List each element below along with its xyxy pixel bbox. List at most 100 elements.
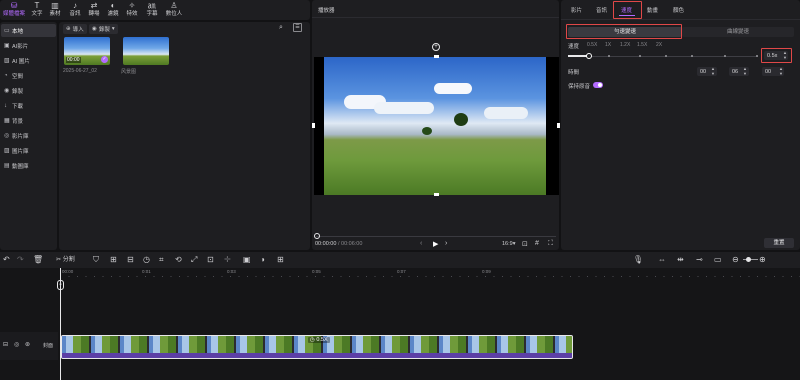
- nav-item-ai-video[interactable]: ▣ AI影片: [1, 39, 56, 52]
- search-icon[interactable]: ⌕: [279, 24, 283, 32]
- previous-frame-icon[interactable]: ‹: [420, 240, 422, 247]
- preview-icon[interactable]: ▭: [714, 255, 722, 265]
- redo-icon[interactable]: ↷: [17, 255, 24, 265]
- fit-icon[interactable]: ⊡: [207, 255, 214, 265]
- clip-duration: 00:00: [66, 57, 81, 63]
- nav-item-space[interactable]: ◔ 空間: [1, 69, 56, 82]
- cloud: [434, 83, 472, 94]
- ruler-tick-label: 0:09: [482, 269, 491, 274]
- timeline-ruler[interactable]: 00:00 0:01 0:03 0:05 0:07 0:09: [60, 268, 800, 278]
- import-button[interactable]: ⊕ 導入: [63, 24, 87, 34]
- nav-item-ai-image[interactable]: ▧ AI 圖片: [1, 54, 56, 67]
- mirror-icon[interactable]: ⊟: [127, 255, 134, 265]
- clip-bottom-bar: [62, 353, 572, 358]
- subtitle-icon[interactable]: ⊞: [277, 255, 284, 265]
- tab-video[interactable]: 影片: [571, 6, 582, 14]
- record-dropdown[interactable]: ◉ 錄製 ▾: [89, 24, 118, 34]
- resize-handle[interactable]: [434, 55, 439, 58]
- toolbar-captions[interactable]: ㏂ 字幕: [141, 1, 163, 19]
- media-clip-thumbnail[interactable]: 00:00 ✓: [64, 37, 110, 65]
- nav-item-record[interactable]: ◉ 錄製: [1, 84, 56, 97]
- undo-icon[interactable]: ↶: [3, 255, 10, 265]
- next-frame-icon[interactable]: ›: [445, 240, 447, 247]
- list-view-icon[interactable]: ☰: [293, 23, 302, 32]
- target-icon[interactable]: ✛: [224, 255, 231, 265]
- space-icon: ◔: [4, 72, 8, 79]
- toolbar-assets[interactable]: ▥ 素材: [44, 1, 66, 19]
- aspect-ratio-select[interactable]: 16:9▾: [502, 241, 515, 247]
- record-icon: ◉: [4, 88, 10, 94]
- split-button[interactable]: ✂ 分割: [56, 255, 75, 265]
- nav-item-gif-library[interactable]: ▤ 動圖庫: [1, 159, 56, 172]
- resize-handle[interactable]: [557, 123, 560, 128]
- image-icon[interactable]: ▣: [243, 255, 251, 265]
- nav-item-local[interactable]: ▭ 本地: [1, 24, 56, 37]
- rotate-handle-icon[interactable]: +: [432, 43, 440, 51]
- fullscreen-icon[interactable]: ⛶: [548, 240, 553, 248]
- toolbar-avatar-label: 數位人: [165, 11, 183, 17]
- seconds-value: 00: [765, 68, 772, 75]
- microphone-icon[interactable]: 🎙: [633, 255, 643, 265]
- ai-video-icon: ▣: [4, 43, 10, 49]
- resize-handle[interactable]: [434, 193, 439, 196]
- mute-icon[interactable]: ⊛: [25, 341, 30, 348]
- playback-progress-track[interactable]: [316, 236, 556, 237]
- toolbar-media[interactable]: ⛁ 媒體檔案: [1, 1, 27, 19]
- video-canvas[interactable]: [312, 55, 560, 196]
- link-icon[interactable]: ⇔: [658, 255, 666, 265]
- delete-icon[interactable]: 🗑: [33, 255, 43, 265]
- divider: [312, 17, 559, 18]
- keep-pitch-toggle[interactable]: [593, 82, 603, 88]
- cover-label[interactable]: 封面: [43, 342, 53, 349]
- nav-item-video-library[interactable]: ◎ 影片庫: [1, 129, 56, 142]
- slider-dot: [756, 55, 758, 57]
- plus-icon: ⊕: [66, 26, 71, 32]
- captions-icon: ㏂: [148, 1, 156, 10]
- lock-icon[interactable]: ⊟: [3, 341, 8, 348]
- playhead-handle[interactable]: [314, 233, 320, 239]
- ruler-ticks: [60, 276, 800, 277]
- video-clip[interactable]: ◷ 0.5X: [61, 335, 573, 359]
- freeze-icon[interactable]: ⊞: [110, 255, 117, 265]
- nav-item-download[interactable]: ↓ 下載: [1, 99, 56, 112]
- avatar-icon: ♙: [170, 1, 178, 10]
- reset-button[interactable]: 重置: [764, 238, 794, 248]
- snap-icon[interactable]: ⇹: [677, 255, 684, 265]
- toolbar-avatar[interactable]: ♙ 數位人: [163, 1, 185, 19]
- nav-item-background[interactable]: ▦ 背景: [1, 114, 56, 127]
- tab-animation[interactable]: 動畫: [647, 6, 658, 14]
- tab-color[interactable]: 顏色: [673, 6, 684, 14]
- divider: [561, 19, 800, 20]
- reverse-icon[interactable]: ⟲: [175, 255, 182, 265]
- speed-slider-track[interactable]: [568, 56, 758, 57]
- stepper-icon[interactable]: ▲ ▼: [743, 66, 747, 76]
- zoom-slider-thumb[interactable]: [746, 257, 751, 262]
- zoom-out-icon[interactable]: ⊖: [732, 255, 739, 265]
- media-image-thumbnail[interactable]: [123, 37, 169, 65]
- marker-icon[interactable]: ⛉: [93, 255, 99, 265]
- minutes-value: 06: [732, 68, 739, 75]
- eye-icon[interactable]: ◎: [14, 341, 19, 348]
- chain-icon[interactable]: ⊸: [696, 255, 703, 265]
- player-panel: 播放器 + 00:00:00 / 00:06:00 ‹ ▶ › 16:9▾ ⊡ …: [312, 0, 560, 250]
- zoom-icon[interactable]: ⤢: [191, 255, 197, 265]
- toolbar-effects[interactable]: ✧ 特效: [121, 1, 143, 19]
- play-icon[interactable]: ▶: [433, 240, 438, 248]
- crop-icon[interactable]: ⌗: [159, 255, 164, 265]
- speed-icon[interactable]: ◷: [143, 255, 150, 265]
- stepper-icon[interactable]: ▲ ▼: [711, 66, 715, 76]
- record-icon: ◉: [92, 26, 97, 32]
- ai-image-icon: ▧: [4, 58, 10, 64]
- zoom-in-icon[interactable]: ⊕: [759, 255, 766, 265]
- curve-speed-tab[interactable]: 曲線變速: [682, 27, 794, 37]
- camera-icon[interactable]: ⊡: [522, 240, 528, 248]
- stepper-icon[interactable]: ▲ ▼: [779, 66, 783, 76]
- grid-icon[interactable]: #: [535, 240, 539, 247]
- resize-handle[interactable]: [312, 123, 315, 128]
- voice-icon[interactable]: ◑: [260, 255, 265, 265]
- playhead-marker-icon[interactable]: ◊: [57, 280, 64, 290]
- speed-mark: 0.5X: [587, 42, 598, 48]
- speed-slider-thumb[interactable]: [586, 53, 592, 59]
- nav-item-image-library[interactable]: ▨ 圖片庫: [1, 144, 56, 157]
- tab-audio[interactable]: 音訊: [596, 6, 607, 14]
